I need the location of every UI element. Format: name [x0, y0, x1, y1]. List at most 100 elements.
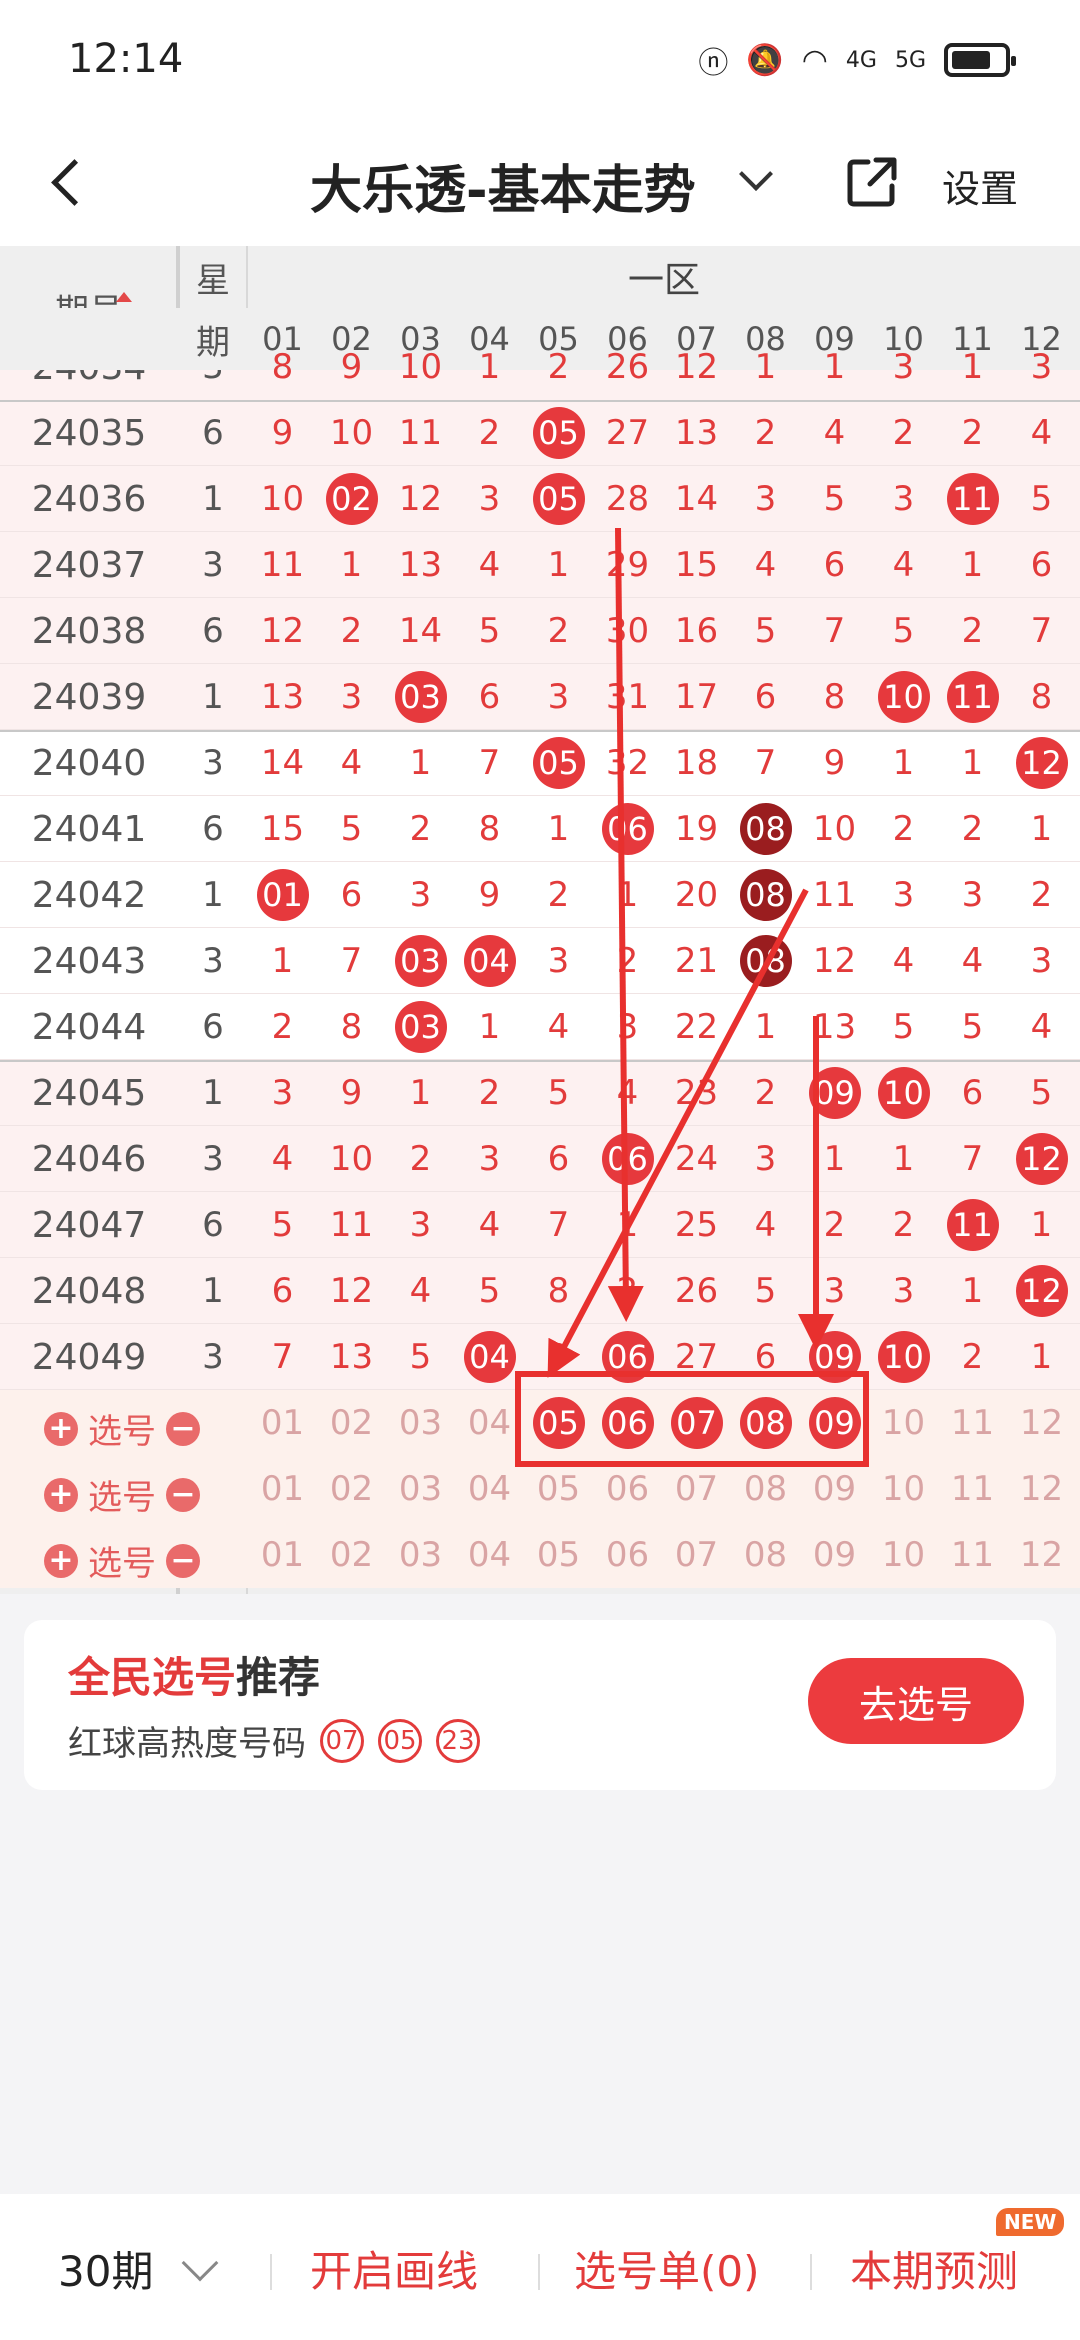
table-cell: 06 [593, 1324, 662, 1390]
table-cell: 5 [892, 611, 915, 651]
sort-icon[interactable] [116, 292, 132, 302]
select-control[interactable]: + 选号 − [44, 1470, 200, 1519]
period-cell: 24043 [31, 940, 147, 982]
week-cell: 6 [202, 809, 224, 849]
select-cell[interactable]: 05 [524, 1456, 593, 1522]
select-cell[interactable]: 01 [248, 1522, 317, 1588]
selected-ball[interactable]: 09 [808, 1397, 861, 1449]
table-cell: 13 [260, 677, 305, 717]
stats-dash: - [0, 1588, 178, 1594]
select-cell[interactable]: 08 [731, 1390, 800, 1456]
table-cell: 06 [593, 796, 662, 862]
table-cell: 3 [892, 479, 915, 519]
selected-ball[interactable]: 08 [739, 1397, 792, 1449]
selected-ball[interactable]: 06 [601, 1397, 654, 1449]
week-cell: 6 [202, 413, 224, 453]
select-cell[interactable]: 03 [386, 1390, 455, 1456]
plus-icon[interactable]: + [44, 1543, 78, 1578]
minus-icon[interactable]: − [166, 1411, 200, 1446]
select-cell[interactable]: 06 [593, 1390, 662, 1456]
back-button[interactable] [44, 152, 104, 212]
select-cell[interactable]: 09 [800, 1390, 869, 1456]
select-cell[interactable]: 02 [317, 1390, 386, 1456]
table-cell: 5 [1030, 1073, 1053, 1113]
selected-ball[interactable]: 07 [670, 1397, 723, 1449]
table-cell: 5 [823, 479, 846, 519]
plus-icon[interactable]: + [44, 1411, 78, 1446]
chevron-down-icon[interactable] [738, 162, 768, 192]
select-cell[interactable]: 04 [455, 1390, 524, 1456]
select-cell[interactable]: 01 [248, 1456, 317, 1522]
period-selector[interactable]: 30期 [58, 2238, 219, 2299]
period-cell: 24036 [31, 478, 147, 520]
number-ball: 06 [601, 1133, 654, 1185]
select-cell[interactable]: 07 [662, 1456, 731, 1522]
select-cell[interactable]: 12 [1007, 1390, 1076, 1456]
select-cell[interactable]: 06 [593, 1522, 662, 1588]
select-label: 选号 [88, 1478, 156, 1518]
bottom-bar: 30期 开启画线 选号单(0) 本期预测 NEW [0, 2194, 1080, 2340]
table-cell: 3 [754, 1139, 777, 1179]
select-cell[interactable]: 05 [524, 1390, 593, 1456]
period-cell: 24040 [31, 742, 147, 784]
table-cell: 4 [478, 1205, 501, 1245]
select-cell[interactable]: 12 [1007, 1456, 1076, 1522]
minus-icon[interactable]: − [166, 1477, 200, 1512]
go-select-button[interactable]: 去选号 [808, 1658, 1024, 1744]
table-cell: 1 [340, 545, 363, 585]
table-cell: 11 [812, 875, 857, 915]
select-cell[interactable]: 11 [938, 1390, 1007, 1456]
select-cell[interactable]: 03 [386, 1522, 455, 1588]
table-cell: 1 [823, 1139, 846, 1179]
prediction-button[interactable]: 本期预测 [850, 2238, 1018, 2299]
select-cell[interactable]: 01 [248, 1390, 317, 1456]
share-icon[interactable] [842, 152, 902, 212]
table-cell: 13 [674, 413, 719, 453]
number-ball: 05 [532, 407, 585, 459]
plus-icon[interactable]: + [44, 1477, 78, 1512]
select-cell[interactable]: 10 [869, 1522, 938, 1588]
select-cell[interactable]: 10 [869, 1456, 938, 1522]
select-cell[interactable]: 02 [317, 1456, 386, 1522]
draw-line-button[interactable]: 开启画线 [310, 2238, 478, 2299]
table-cell: 11 [938, 664, 1007, 730]
table-cell: 3 [409, 875, 432, 915]
settings-button[interactable]: 设置 [942, 158, 1018, 213]
select-cell[interactable]: 07 [662, 1390, 731, 1456]
nfc-icon: ⓝ [698, 46, 729, 81]
select-control[interactable]: + 选号 − [44, 1536, 200, 1585]
table-cell: 02 [317, 466, 386, 532]
select-cell[interactable]: 04 [455, 1522, 524, 1588]
select-cell[interactable]: 03 [386, 1456, 455, 1522]
number-ball: 06 [601, 1331, 654, 1383]
trend-table: 期号星期一区0102030405060708091011122403438910… [0, 246, 1080, 1594]
table-cell: 2 [271, 1007, 294, 1047]
table-cell: 32 [605, 743, 650, 783]
select-cell[interactable]: 04 [455, 1456, 524, 1522]
selected-ball[interactable]: 05 [532, 1397, 585, 1449]
select-cell[interactable]: 08 [731, 1522, 800, 1588]
period-cell: 24042 [31, 874, 147, 916]
select-cell[interactable]: 11 [938, 1522, 1007, 1588]
select-cell[interactable]: 05 [524, 1522, 593, 1588]
table-cell: 10 [869, 1324, 938, 1390]
number-ball: 11 [946, 671, 999, 723]
minus-icon[interactable]: − [166, 1543, 200, 1578]
select-cell[interactable]: 09 [800, 1522, 869, 1588]
selection-list-button[interactable]: 选号单(0) [574, 2238, 760, 2299]
table-cell: 9 [823, 743, 846, 783]
select-cell[interactable]: 11 [938, 1456, 1007, 1522]
page-title[interactable]: 大乐透-基本走势 [310, 148, 696, 223]
select-control[interactable]: + 选号 − [44, 1404, 200, 1453]
select-cell[interactable]: 10 [869, 1390, 938, 1456]
table-cell: 7 [478, 743, 501, 783]
table-cell: 1 [478, 347, 501, 387]
recommend-title: 全民选号推荐 [68, 1644, 320, 1705]
select-cell[interactable]: 12 [1007, 1522, 1076, 1588]
select-cell[interactable]: 06 [593, 1456, 662, 1522]
select-cell[interactable]: 07 [662, 1522, 731, 1588]
select-cell[interactable]: 02 [317, 1522, 386, 1588]
select-cell[interactable]: 08 [731, 1456, 800, 1522]
table-cell: 2 [892, 1205, 915, 1245]
select-cell[interactable]: 09 [800, 1456, 869, 1522]
